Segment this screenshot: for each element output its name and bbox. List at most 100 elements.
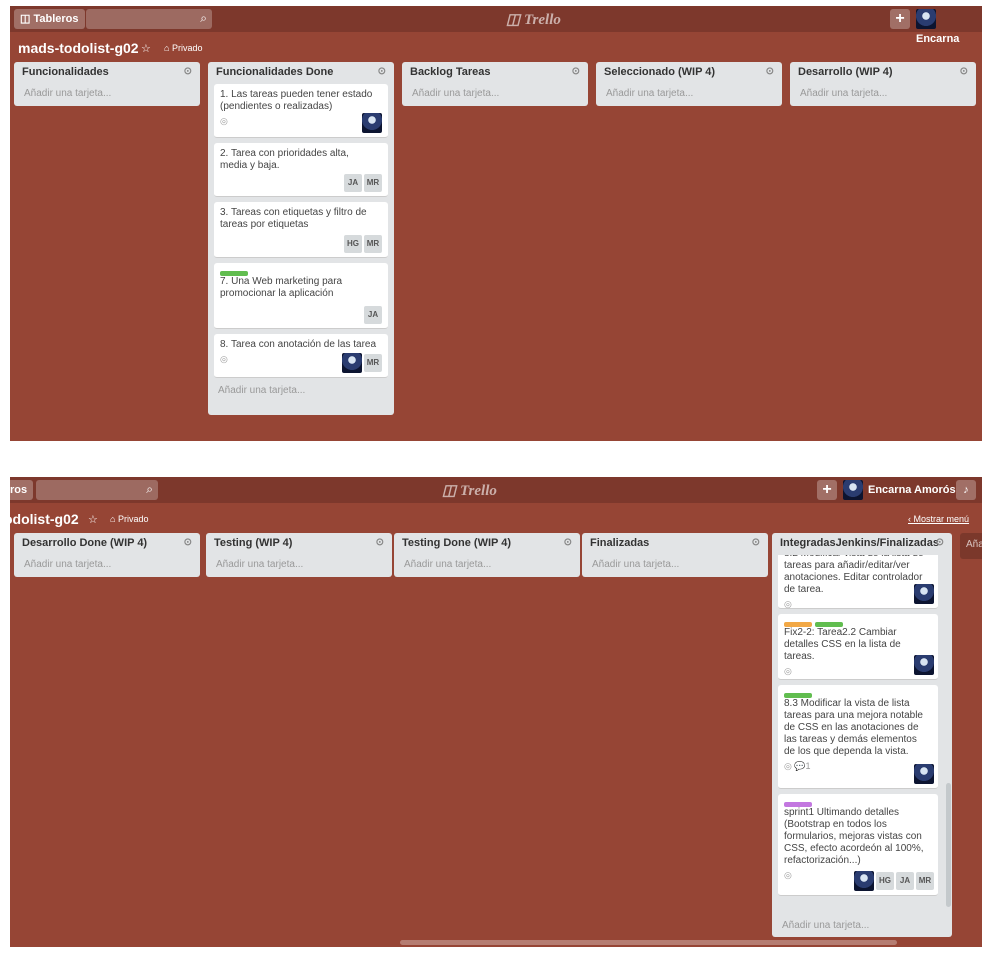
member-initials[interactable]: MR bbox=[364, 174, 382, 192]
list-header[interactable]: Backlog Tareas ⊙ bbox=[402, 62, 588, 84]
card[interactable]: Fix2-2: Tarea2.2 Cambiar detalles CSS en… bbox=[778, 614, 938, 680]
list-menu-icon[interactable]: ⊙ bbox=[378, 66, 386, 77]
privacy-button[interactable]: ⌂ Privado bbox=[164, 43, 202, 53]
list-header[interactable]: Seleccionado (WIP 4) ⊙ bbox=[596, 62, 782, 84]
list-title: Testing Done (WIP 4) bbox=[402, 537, 511, 549]
card[interactable]: 7. Una Web marketing para promocionar la… bbox=[214, 263, 388, 329]
search-input[interactable]: ⌕ bbox=[86, 9, 212, 29]
add-card-link[interactable]: Añadir una tarjeta... bbox=[790, 84, 976, 106]
search-icon[interactable]: ⌕ bbox=[200, 11, 207, 26]
header-bar: ros ⌕ ◫ Trello + Encarna Amorós ♪ bbox=[10, 477, 982, 503]
user-name: Encarna bbox=[916, 33, 960, 46]
list-seleccionado: Seleccionado (WIP 4) ⊙ Añadir una tarjet… bbox=[596, 62, 782, 106]
member-initials[interactable]: MR bbox=[916, 872, 934, 890]
list-header[interactable]: Desarrollo (WIP 4) ⊙ bbox=[790, 62, 976, 84]
member-avatar[interactable] bbox=[914, 655, 934, 675]
bell-icon[interactable]: ♪ bbox=[956, 480, 976, 500]
list-title: Seleccionado (WIP 4) bbox=[604, 66, 716, 78]
card-title: 8.3 Modificar la vista de lista tareas p… bbox=[784, 698, 923, 757]
trello-logo[interactable]: ◫ Trello bbox=[442, 481, 497, 500]
list-menu-icon[interactable]: ⊙ bbox=[184, 537, 192, 548]
list-title: IntegradasJenkins/Finalizadas bbox=[780, 537, 939, 549]
add-card-link[interactable]: Añadir una tarjeta... bbox=[14, 555, 200, 577]
add-list-partial[interactable]: Aña bbox=[960, 533, 982, 559]
search-icon[interactable]: ⌕ bbox=[146, 482, 153, 497]
trello-logo[interactable]: ◫ Trello bbox=[506, 10, 561, 29]
list-header[interactable]: Funcionalidades Done ⊙ bbox=[208, 62, 394, 84]
list-funcionalidades-done: Funcionalidades Done ⊙ 1. Las tareas pue… bbox=[208, 62, 394, 415]
member-avatar[interactable] bbox=[342, 353, 362, 373]
member-initials[interactable]: HG bbox=[876, 872, 894, 890]
member-initials[interactable]: HG bbox=[344, 235, 362, 253]
privacy-label: Privado bbox=[171, 43, 203, 53]
list-title: Funcionalidades bbox=[22, 66, 109, 78]
list-menu-icon[interactable]: ⊙ bbox=[936, 537, 944, 548]
list-header[interactable]: Funcionalidades ⊙ bbox=[14, 62, 200, 84]
list-header[interactable]: IntegradasJenkins/Finalizadas ⊙ bbox=[772, 533, 952, 555]
list-title: Funcionalidades Done bbox=[216, 66, 334, 78]
list-menu-icon[interactable]: ⊙ bbox=[752, 537, 760, 548]
list-header[interactable]: Desarrollo Done (WIP 4) ⊙ bbox=[14, 533, 200, 555]
list-title: Desarrollo (WIP 4) bbox=[798, 66, 893, 78]
member-initials[interactable]: MR bbox=[364, 354, 382, 372]
add-card-link[interactable]: Añadir una tarjeta... bbox=[596, 84, 782, 106]
add-card-link[interactable]: Añadir una tarjeta... bbox=[402, 84, 588, 106]
watch-comment-icons: ◎ 💬1 bbox=[784, 761, 811, 771]
list-menu-icon[interactable]: ⊙ bbox=[376, 537, 384, 548]
boards-label: ros bbox=[10, 484, 28, 496]
board-title[interactable]: mads-todolist-g02 bbox=[18, 40, 139, 56]
list-menu-icon[interactable]: ⊙ bbox=[564, 537, 572, 548]
user-menu[interactable]: Encarna Amorós bbox=[843, 480, 956, 501]
trello-logo-icon: ◫ bbox=[506, 12, 521, 28]
list-header[interactable]: Testing Done (WIP 4) ⊙ bbox=[394, 533, 580, 555]
card[interactable]: sprint1 Ultimando detalles (Bootstrap en… bbox=[778, 794, 938, 896]
add-card-link[interactable]: Añadir una tarjeta... bbox=[772, 916, 879, 937]
member-avatar[interactable] bbox=[914, 764, 934, 784]
show-menu-link[interactable]: ‹ Mostrar menú bbox=[908, 514, 969, 524]
board-title[interactable]: odolist-g02 bbox=[10, 511, 79, 527]
privacy-button[interactable]: ⌂ Privado bbox=[110, 514, 148, 524]
member-initials[interactable]: JA bbox=[364, 306, 382, 324]
chevron-left-icon: ‹ bbox=[908, 514, 911, 524]
card-title: sprint1 Ultimando detalles (Bootstrap en… bbox=[784, 807, 924, 866]
member-avatar[interactable] bbox=[854, 871, 874, 891]
list-header[interactable]: Testing (WIP 4) ⊙ bbox=[206, 533, 392, 555]
member-avatar[interactable] bbox=[914, 584, 934, 604]
add-card-link[interactable]: Añadir una tarjeta... bbox=[14, 84, 200, 106]
list-menu-icon[interactable]: ⊙ bbox=[766, 66, 774, 77]
boards-button[interactable]: ◫ Tableros bbox=[14, 9, 85, 29]
list-scrollbar[interactable] bbox=[946, 783, 951, 907]
list-header[interactable]: Finalizadas ⊙ bbox=[582, 533, 768, 555]
add-card-link[interactable]: Añadir una tarjeta... bbox=[208, 383, 394, 403]
add-card-link[interactable]: Añadir una tarjeta... bbox=[582, 555, 768, 577]
list-menu-icon[interactable]: ⊙ bbox=[184, 66, 192, 77]
add-button[interactable]: + bbox=[890, 9, 910, 29]
board-screenshot-top: ◫ Tableros ⌕ ◫ Trello + Encarna mads-tod… bbox=[10, 6, 982, 441]
add-card-link[interactable]: Añadir una tarjeta... bbox=[206, 555, 392, 577]
boards-button[interactable]: ros bbox=[10, 480, 34, 500]
add-card-link[interactable]: Añadir una tarjeta... bbox=[394, 555, 580, 577]
card[interactable]: 3. Tareas con etiquetas y filtro de tare… bbox=[214, 202, 388, 258]
lock-icon: ⌂ bbox=[110, 514, 116, 524]
search-input[interactable]: ⌕ bbox=[36, 480, 158, 500]
card[interactable]: 8. Tarea con anotación de las tarea ◎ MR bbox=[214, 334, 388, 378]
card[interactable]: 8.2 Modificar vista de la lista de tarea… bbox=[778, 555, 938, 609]
board-horizontal-scrollbar[interactable] bbox=[400, 940, 897, 945]
member-initials[interactable]: JA bbox=[896, 872, 914, 890]
card[interactable]: 8.3 Modificar la vista de lista tareas p… bbox=[778, 685, 938, 789]
member-initials[interactable]: MR bbox=[364, 235, 382, 253]
list-desarrollo-done: Desarrollo Done (WIP 4) ⊙ Añadir una tar… bbox=[14, 533, 200, 577]
user-menu[interactable]: Encarna bbox=[916, 9, 982, 45]
card[interactable]: 1. Las tareas pueden tener estado (pendi… bbox=[214, 84, 388, 138]
list-menu-icon[interactable]: ⊙ bbox=[960, 66, 968, 77]
star-icon[interactable]: ☆ bbox=[141, 42, 151, 55]
star-icon[interactable]: ☆ bbox=[88, 513, 98, 526]
avatar bbox=[843, 480, 863, 501]
card[interactable]: 2. Tarea con prioridades alta, media y b… bbox=[214, 143, 388, 197]
member-avatar[interactable] bbox=[362, 113, 382, 133]
card-title: 2. Tarea con prioridades alta, media y b… bbox=[220, 148, 349, 171]
list-menu-icon[interactable]: ⊙ bbox=[572, 66, 580, 77]
member-initials[interactable]: JA bbox=[344, 174, 362, 192]
add-button[interactable]: + bbox=[817, 480, 837, 500]
list-cards-scroll[interactable]: 8.2 Modificar vista de la lista de tarea… bbox=[772, 555, 952, 912]
